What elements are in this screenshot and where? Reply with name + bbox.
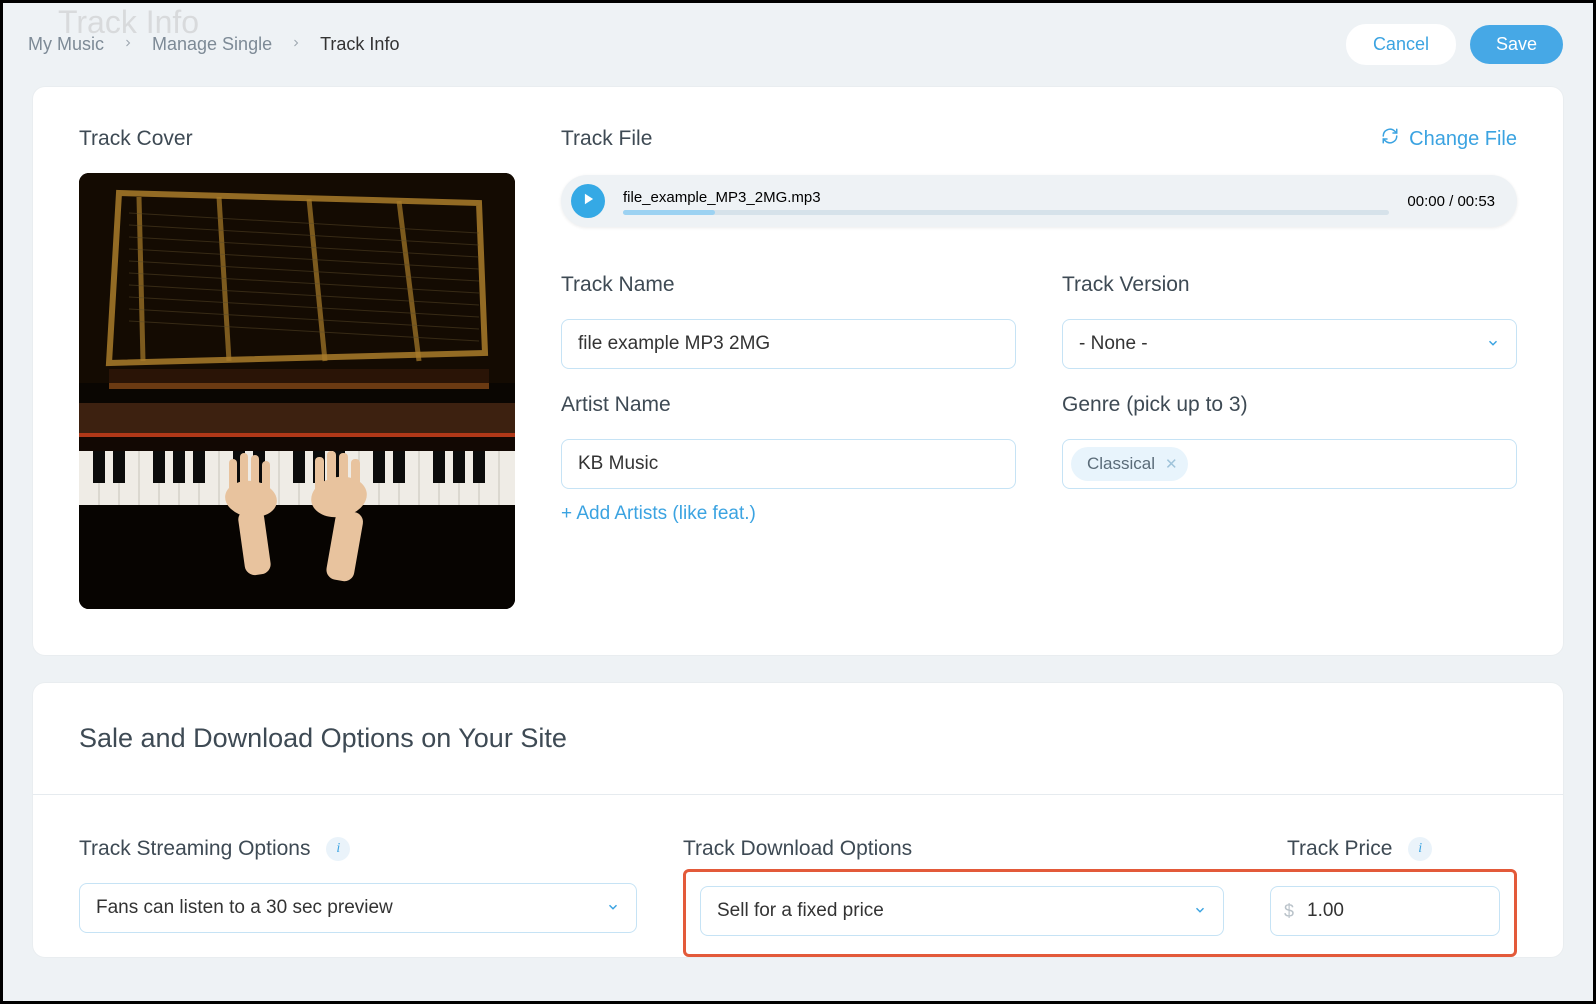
- download-options-select[interactable]: Sell for a fixed price: [700, 886, 1224, 936]
- chevron-right-icon: [122, 36, 134, 52]
- play-icon: [580, 192, 596, 210]
- sale-options-card: Sale and Download Options on Your Site T…: [33, 683, 1563, 957]
- add-artists-link[interactable]: + Add Artists (like feat.): [561, 503, 1016, 525]
- change-file-label: Change File: [1409, 128, 1517, 151]
- genre-tag: Classical ✕: [1071, 447, 1188, 481]
- cancel-button[interactable]: Cancel: [1346, 24, 1456, 65]
- track-version-value: - None -: [1079, 333, 1148, 355]
- tag-remove-icon[interactable]: ✕: [1165, 455, 1178, 473]
- track-name-label: Track Name: [561, 273, 1016, 297]
- track-info-card: Track Cover: [33, 87, 1563, 655]
- topbar: My Music Manage Single Track Info Cancel…: [3, 3, 1593, 63]
- player-filename: file_example_MP3_2MG.mp3: [623, 189, 1389, 206]
- genre-tags-input[interactable]: Classical ✕: [1062, 439, 1517, 489]
- sale-section-title: Sale and Download Options on Your Site: [79, 723, 1517, 754]
- breadcrumb-my-music[interactable]: My Music: [28, 34, 104, 55]
- refresh-icon: [1381, 127, 1399, 151]
- chevron-down-icon: [1486, 336, 1500, 353]
- genre-tag-label: Classical: [1087, 454, 1155, 474]
- breadcrumb: My Music Manage Single Track Info: [28, 34, 399, 55]
- info-icon[interactable]: i: [326, 837, 350, 861]
- download-options-label: Track Download Options: [683, 837, 1241, 861]
- streaming-options-value: Fans can listen to a 30 sec preview: [96, 897, 393, 919]
- play-button[interactable]: [571, 184, 605, 218]
- chevron-down-icon: [606, 900, 620, 917]
- chevron-right-icon: [290, 36, 302, 52]
- change-file-button[interactable]: Change File: [1381, 127, 1517, 151]
- save-button[interactable]: Save: [1470, 25, 1563, 64]
- track-version-select[interactable]: - None -: [1062, 319, 1517, 369]
- player-time: 00:00 / 00:53: [1407, 193, 1495, 210]
- player-seekbar[interactable]: [623, 210, 1389, 215]
- divider: [33, 794, 1563, 795]
- track-version-label: Track Version: [1062, 273, 1517, 297]
- track-name-input[interactable]: [561, 319, 1016, 369]
- download-options-value: Sell for a fixed price: [717, 900, 884, 922]
- breadcrumb-manage-single[interactable]: Manage Single: [152, 34, 272, 55]
- streaming-options-label: Track Streaming Options i: [79, 837, 637, 861]
- breadcrumb-current: Track Info: [320, 34, 399, 55]
- highlighted-region: Sell for a fixed price $: [683, 869, 1517, 957]
- chevron-down-icon: [1193, 903, 1207, 920]
- track-cover-label: Track Cover: [79, 127, 515, 151]
- streaming-options-select[interactable]: Fans can listen to a 30 sec preview: [79, 883, 637, 933]
- track-price-label: Track Price i: [1287, 837, 1517, 861]
- track-cover-image[interactable]: [79, 173, 515, 609]
- info-icon[interactable]: i: [1408, 837, 1432, 861]
- artist-name-input[interactable]: [561, 439, 1016, 489]
- artist-name-label: Artist Name: [561, 393, 1016, 417]
- currency-icon: $: [1284, 901, 1294, 922]
- audio-player: file_example_MP3_2MG.mp3 00:00 / 00:53: [561, 175, 1517, 227]
- genre-label: Genre (pick up to 3): [1062, 393, 1517, 417]
- track-price-input[interactable]: [1270, 886, 1500, 936]
- track-file-label: Track File: [561, 127, 652, 151]
- player-progress: [623, 210, 715, 215]
